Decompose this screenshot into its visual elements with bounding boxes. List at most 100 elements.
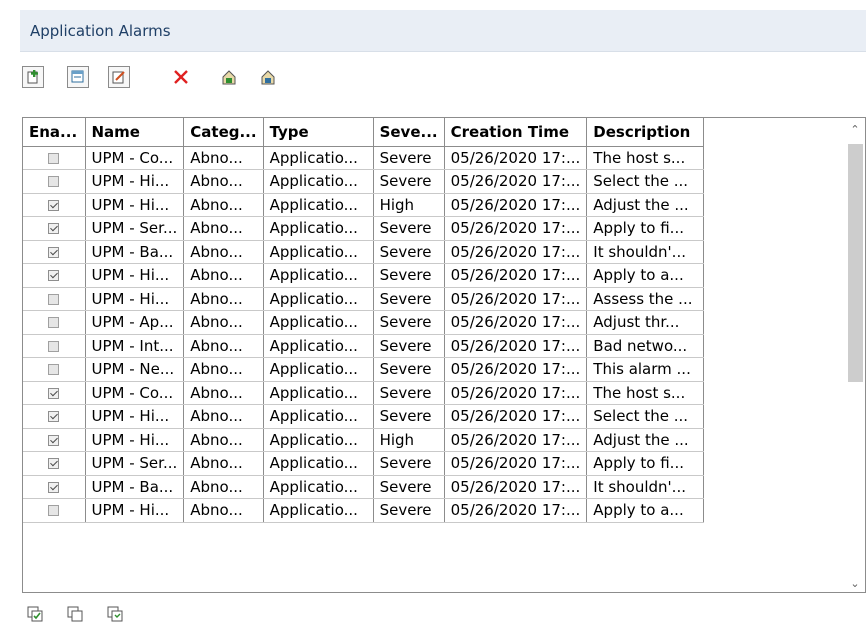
enabled-checkbox[interactable] (48, 270, 60, 282)
enabled-checkbox[interactable] (48, 293, 60, 305)
enabled-cell (23, 263, 86, 288)
vertical-scrollbar[interactable]: ⌃ ⌄ (845, 118, 865, 592)
column-header-name[interactable]: Name (85, 118, 185, 147)
severity-cell: Severe (373, 287, 445, 311)
enabled-checkbox[interactable] (48, 223, 60, 235)
table-row[interactable]: UPM - Int... Abno... Applicatio... Severe 05… (23, 334, 705, 358)
copy-icon (71, 70, 84, 83)
add-icon (27, 70, 38, 84)
add-alarm-button[interactable] (22, 66, 44, 88)
table-row[interactable]: UPM - Ser... Abno... Applicatio... Severe 05… (23, 216, 705, 241)
name-cell: UPM - Ne... (85, 357, 185, 382)
name-cell: UPM - Hi... (85, 498, 185, 523)
table-row[interactable]: UPM - Ba... Abno... Applicatio... Severe 05/… (23, 240, 705, 264)
export-button[interactable] (218, 66, 240, 88)
scrollbar-thumb[interactable] (848, 144, 863, 382)
column-header-enabled[interactable]: Ena... (23, 118, 86, 147)
enabled-checkbox[interactable] (48, 434, 60, 446)
enabled-cell (23, 498, 86, 523)
column-header-category[interactable]: Categ... (183, 118, 264, 147)
column-header-description[interactable]: Description (586, 118, 705, 147)
severity-cell: Severe (373, 404, 445, 429)
table-row[interactable]: UPM - Hi... Abno... Applicatio... High 05/26… (23, 193, 705, 217)
import-button[interactable] (257, 66, 279, 88)
table-row[interactable]: UPM - Hi... Abno... Applicatio... High 05/26… (23, 428, 705, 452)
enabled-checkbox[interactable] (48, 152, 60, 164)
description-cell: Bad netwo... (586, 334, 705, 358)
created-cell: 05/26/2020 17:... (444, 498, 588, 523)
created-cell: 05/26/2020 17:... (444, 334, 588, 358)
table-row[interactable]: UPM - Hi... Abno... Applicatio... Severe 05/… (23, 498, 705, 523)
severity-cell: Severe (373, 310, 445, 335)
scroll-down-icon[interactable]: ⌄ (845, 574, 865, 592)
description-cell: Adjust the ... (586, 428, 705, 452)
enabled-checkbox[interactable] (48, 387, 60, 399)
description-cell: The host s... (586, 146, 705, 170)
description-cell: Apply to fi... (586, 216, 705, 241)
description-cell: Select the ... (586, 169, 705, 194)
table-row[interactable]: UPM - Ne... Abno... Applicatio... Severe 05/… (23, 357, 705, 382)
table-row[interactable]: UPM - Hi... Abno... Applicatio... Severe 05/… (23, 287, 705, 311)
disable-all-button[interactable] (64, 603, 86, 625)
type-cell: Applicatio... (263, 146, 374, 170)
severity-cell: High (373, 428, 445, 452)
enabled-cell (23, 146, 86, 170)
category-cell: Abno... (183, 451, 264, 476)
enabled-checkbox[interactable] (48, 199, 60, 211)
column-header-creation-time[interactable]: Creation Time (444, 118, 588, 147)
type-cell: Applicatio... (263, 498, 374, 523)
column-header-severity[interactable]: Seve... (373, 118, 445, 147)
enabled-cell (23, 381, 86, 405)
category-cell: Abno... (183, 287, 264, 311)
severity-cell: Severe (373, 169, 445, 194)
enabled-checkbox[interactable] (48, 411, 60, 423)
severity-cell: Severe (373, 240, 445, 264)
enabled-checkbox[interactable] (48, 364, 60, 376)
enabled-checkbox[interactable] (48, 176, 60, 188)
table-row[interactable]: UPM - Hi... Abno... Applicatio... Severe 05/… (23, 404, 705, 429)
enabled-checkbox[interactable] (48, 458, 60, 470)
description-cell: Adjust the ... (586, 193, 705, 217)
enable-all-button[interactable] (24, 603, 46, 625)
created-cell: 05/26/2020 17:... (444, 310, 588, 335)
created-cell: 05/26/2020 17:... (444, 146, 588, 170)
table-row[interactable]: UPM - Ap... Abno... Applicatio... Severe 05/… (23, 310, 705, 335)
enabled-checkbox[interactable] (48, 246, 60, 258)
delete-icon (174, 70, 188, 84)
copy-alarm-button[interactable] (67, 66, 89, 88)
severity-cell: Severe (373, 146, 445, 170)
column-header-type[interactable]: Type (263, 118, 374, 147)
name-cell: UPM - Hi... (85, 428, 185, 452)
created-cell: 05/26/2020 17:... (444, 193, 588, 217)
enabled-cell (23, 404, 86, 429)
severity-cell: Severe (373, 381, 445, 405)
table-row[interactable]: UPM - Hi... Abno... Applicatio... Severe 05/… (23, 169, 705, 194)
scroll-up-icon[interactable]: ⌃ (845, 120, 865, 138)
enabled-cell (23, 334, 86, 358)
table-row[interactable]: UPM - Co... Abno... Applicatio... Severe 05/… (23, 146, 705, 170)
name-cell: UPM - Int... (85, 334, 185, 358)
severity-cell: Severe (373, 475, 445, 499)
enabled-checkbox[interactable] (48, 481, 60, 493)
table-row[interactable]: UPM - Co... Abno... Applicatio... Severe 05/… (23, 381, 705, 405)
description-cell: Apply to a... (586, 263, 705, 288)
name-cell: UPM - Hi... (85, 169, 185, 194)
page-title: Application Alarms (30, 22, 171, 40)
refresh-button[interactable] (104, 603, 126, 625)
enabled-checkbox[interactable] (48, 317, 60, 329)
delete-alarm-button[interactable] (170, 66, 192, 88)
edit-alarm-button[interactable] (108, 66, 130, 88)
description-cell: It shouldn'... (586, 240, 705, 264)
severity-cell: Severe (373, 357, 445, 382)
severity-cell: Severe (373, 498, 445, 523)
enabled-checkbox[interactable] (48, 340, 60, 352)
severity-cell: Severe (373, 216, 445, 241)
description-cell: It shouldn'... (586, 475, 705, 499)
disable-all-icon (67, 606, 83, 622)
type-cell: Applicatio... (263, 357, 374, 382)
table-row[interactable]: UPM - Ba... Abno... Applicatio... Severe 05/… (23, 475, 705, 499)
table-row[interactable]: UPM - Ser... Abno... Applicatio... Severe 05… (23, 451, 705, 476)
table-row[interactable]: UPM - Hi... Abno... Applicatio... Severe 05/… (23, 263, 705, 288)
category-cell: Abno... (183, 334, 264, 358)
enabled-checkbox[interactable] (48, 505, 60, 517)
